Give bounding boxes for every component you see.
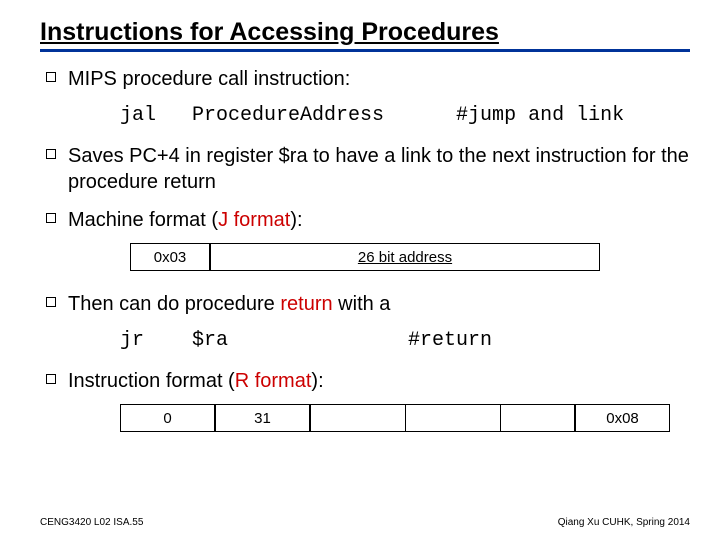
- bullet-3: Machine format (J format):: [46, 207, 690, 233]
- bullet-4: Then can do procedure return with a: [46, 291, 690, 317]
- bullet-3-text: Machine format (J format):: [68, 207, 303, 233]
- bullet-icon: [46, 374, 56, 384]
- j-opcode-cell: 0x03: [130, 243, 210, 271]
- r-cell-4: [500, 404, 575, 432]
- bullet-icon: [46, 213, 56, 223]
- footer-left: CENG3420 L02 ISA.55: [40, 517, 143, 528]
- bullet-4-text: Then can do procedure return with a: [68, 291, 390, 317]
- r-cell-3: [405, 404, 500, 432]
- code-jal: jal ProcedureAddress #jump and link: [120, 104, 690, 127]
- slide-title: Instructions for Accessing Procedures: [40, 18, 690, 52]
- footer-right: Qiang Xu CUHK, Spring 2014: [558, 517, 690, 528]
- bullet-1: MIPS procedure call instruction:: [46, 66, 690, 92]
- bullet-2: Saves PC+4 in register $ra to have a lin…: [46, 143, 690, 195]
- bullet-1-text: MIPS procedure call instruction:: [68, 66, 350, 92]
- j-address-cell: 26 bit address: [210, 243, 600, 271]
- bullet-icon: [46, 297, 56, 307]
- bullet-icon: [46, 149, 56, 159]
- code-jr: jr $ra #return: [120, 329, 690, 352]
- bullet-5: Instruction format (R format):: [46, 368, 690, 394]
- bullet-icon: [46, 72, 56, 82]
- r-cell-1: 31: [215, 404, 310, 432]
- bullet-5-text: Instruction format (R format):: [68, 368, 324, 394]
- bullet-2-text: Saves PC+4 in register $ra to have a lin…: [68, 143, 690, 195]
- r-format-table: 0 31 0x08: [120, 404, 690, 432]
- j-format-table: 0x03 26 bit address: [130, 243, 690, 271]
- r-cell-2: [310, 404, 405, 432]
- r-cell-5: 0x08: [575, 404, 670, 432]
- r-cell-0: 0: [120, 404, 215, 432]
